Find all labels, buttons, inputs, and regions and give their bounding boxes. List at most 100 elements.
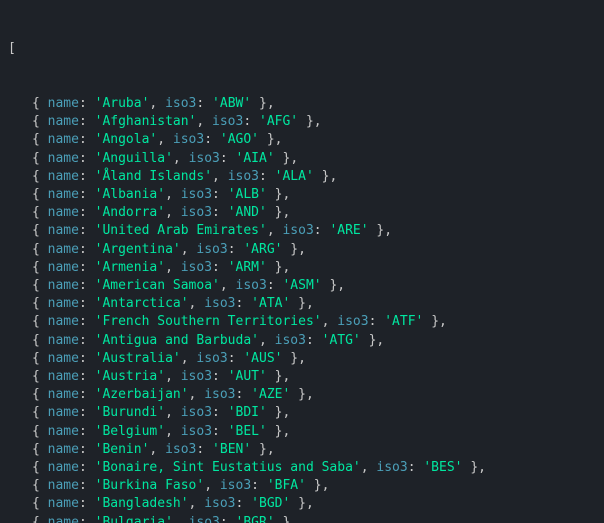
country-iso3: 'AND' [228,205,267,220]
row-close: }, [267,260,290,275]
country-iso3: 'AZE' [251,387,290,402]
country-name: 'Albania' [95,187,165,202]
key-name: name [48,387,79,402]
sep: , [165,405,181,420]
key-iso3: iso3 [204,296,235,311]
row-open: { [32,205,48,220]
row-open: { [32,187,48,202]
colon: : [79,96,95,111]
colon: : [79,223,95,238]
code-row: { name: 'French Southern Territories', i… [8,313,596,331]
country-name: 'Anguilla' [95,151,173,166]
colon: : [251,478,267,493]
country-name: 'Aruba' [95,96,150,111]
row-open: { [32,151,48,166]
colon: : [212,405,228,420]
country-name: 'Armenia' [95,260,165,275]
code-row: { name: 'Bonaire, Sint Eustatius and Sab… [8,459,596,477]
row-close: }, [267,405,290,420]
row-open: { [32,114,48,129]
sep: , [173,515,189,523]
key-name: name [48,333,79,348]
key-name: name [48,169,79,184]
row-close: }, [298,114,321,129]
country-iso3: 'BDI' [228,405,267,420]
colon: : [79,151,95,166]
country-name: 'Burundi' [95,405,165,420]
row-open: { [32,314,48,329]
key-name: name [48,132,79,147]
country-iso3: 'AIA' [236,151,275,166]
sep: , [189,496,205,511]
code-row: { name: 'Belgium', iso3: 'BEL' }, [8,423,596,441]
colon: : [196,442,212,457]
colon: : [204,132,220,147]
colon: : [196,96,212,111]
row-open: { [32,169,48,184]
sep: , [165,369,181,384]
country-name: 'Australia' [95,351,181,366]
key-iso3: iso3 [204,387,235,402]
key-iso3: iso3 [181,260,212,275]
row-open: { [32,351,48,366]
code-row: { name: 'Burkina Faso', iso3: 'BFA' }, [8,477,596,495]
key-iso3: iso3 [204,496,235,511]
key-iso3: iso3 [236,278,267,293]
key-name: name [48,205,79,220]
colon: : [259,169,275,184]
array-open-line: [ [8,40,596,58]
colon: : [79,405,95,420]
code-row: { name: 'Azerbaijan', iso3: 'AZE' }, [8,386,596,404]
key-name: name [48,242,79,257]
row-open: { [32,369,48,384]
key-name: name [48,424,79,439]
row-open: { [32,405,48,420]
code-row: { name: 'United Arab Emirates', iso3: 'A… [8,222,596,240]
country-iso3: 'BEL' [228,424,267,439]
sep: , [165,205,181,220]
colon: : [369,314,385,329]
colon: : [79,369,95,384]
key-iso3: iso3 [196,351,227,366]
row-open: { [32,96,48,111]
key-name: name [48,114,79,129]
colon: : [212,205,228,220]
sep: , [149,442,165,457]
country-iso3: 'ATA' [251,296,290,311]
country-name: 'Argentina' [95,242,181,257]
row-close: }, [361,333,384,348]
sep: , [361,460,377,475]
code-row: { name: 'Antarctica', iso3: 'ATA' }, [8,295,596,313]
code-row: { name: 'Antigua and Barbuda', iso3: 'AT… [8,332,596,350]
code-row: { name: 'Austria', iso3: 'AUT' }, [8,368,596,386]
sep: , [322,314,338,329]
colon: : [79,169,95,184]
key-iso3: iso3 [212,114,243,129]
row-open: { [32,460,48,475]
sep: , [149,96,165,111]
row-open: { [32,442,48,457]
key-iso3: iso3 [173,132,204,147]
country-iso3: 'AUS' [243,351,282,366]
code-row: { name: 'Benin', iso3: 'BEN' }, [8,441,596,459]
row-close: }, [251,442,274,457]
sep: , [165,187,181,202]
sep: , [204,478,220,493]
colon: : [79,260,95,275]
row-close: }, [267,205,290,220]
row-open: { [32,242,48,257]
code-row: { name: 'Aruba', iso3: 'ABW' }, [8,95,596,113]
colon: : [236,296,252,311]
key-name: name [48,151,79,166]
row-close: }, [267,424,290,439]
code-block: [ { name: 'Aruba', iso3: 'ABW' },{ name:… [0,0,604,523]
row-open: { [32,278,48,293]
country-iso3: 'ATF' [384,314,423,329]
code-row: { name: 'Anguilla', iso3: 'AIA' }, [8,150,596,168]
key-iso3: iso3 [165,96,196,111]
row-close: }, [267,369,290,384]
country-name: 'American Samoa' [95,278,220,293]
code-row: { name: 'Bangladesh', iso3: 'BGD' }, [8,495,596,513]
row-close: }, [275,151,298,166]
colon: : [228,242,244,257]
